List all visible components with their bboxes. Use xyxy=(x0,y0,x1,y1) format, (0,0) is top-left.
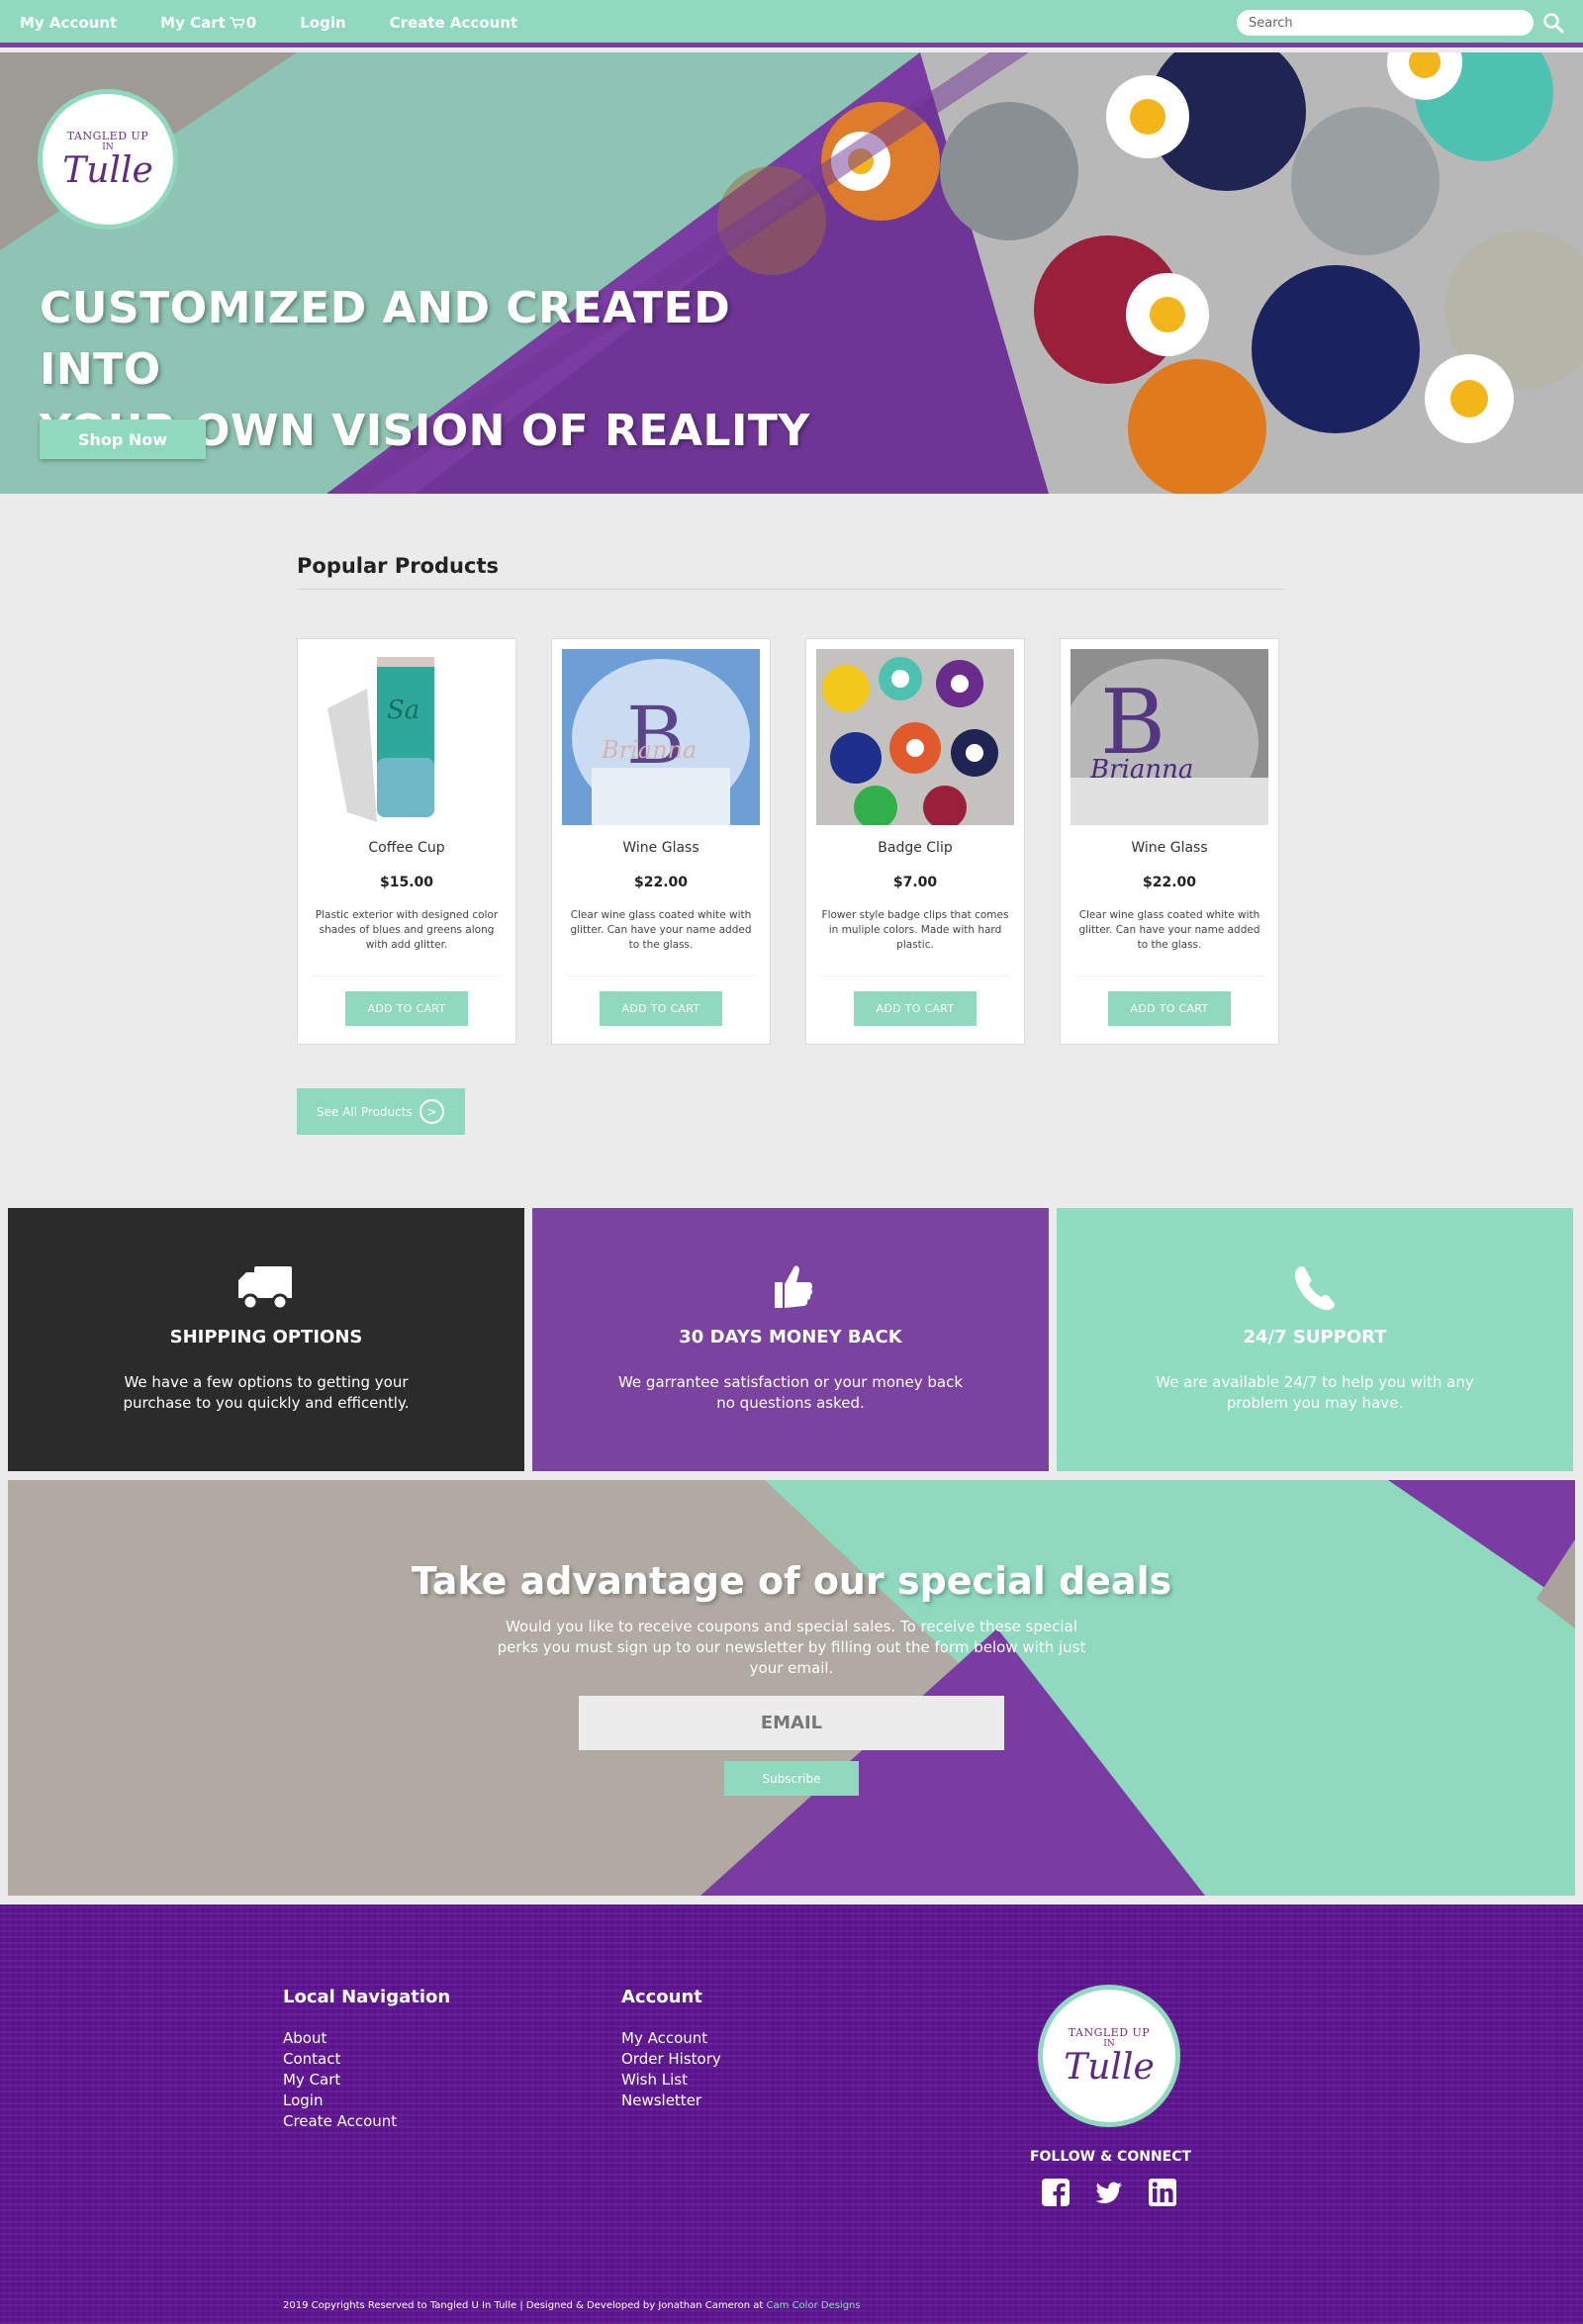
see-all-products-button[interactable]: See All Products > xyxy=(297,1088,465,1135)
product-description: Clear wine glass coated white with glitt… xyxy=(1078,909,1260,951)
popular-products-title: Popular Products xyxy=(297,554,499,578)
site-footer: Local Navigation About Contact My Cart L… xyxy=(0,1905,1583,2324)
product-card[interactable]: Sa Coffee Cup $15.00 Plastic exterior wi… xyxy=(297,638,516,1045)
footer-link-my-cart[interactable]: My Cart xyxy=(283,2070,397,2091)
footer-link-wish-list[interactable]: Wish List xyxy=(621,2070,721,2091)
hero-banner: TANGLED UP IN Tulle CUSTOMIZED AND CREAT… xyxy=(0,52,1583,494)
feature-title: 30 DAYS MONEY BACK xyxy=(679,1327,902,1348)
feature-shipping: SHIPPING OPTIONS We have a few options t… xyxy=(8,1208,524,1471)
svg-text:Sa: Sa xyxy=(387,696,419,725)
product-price: $15.00 xyxy=(379,875,434,890)
product-description: Clear wine glass coated white with glitt… xyxy=(570,909,752,951)
my-cart-link[interactable]: My Cart 0 xyxy=(160,14,256,32)
account-links-list: My Account Order History Wish List Newsl… xyxy=(621,2028,721,2111)
follow-connect-label: FOLLOW & CONNECT xyxy=(1029,2149,1192,2165)
feature-description: We are available 24/7 to help you with a… xyxy=(1156,1373,1474,1412)
search-input[interactable] xyxy=(1237,10,1534,36)
email-field[interactable] xyxy=(579,1696,1004,1750)
product-name[interactable]: Coffee Cup xyxy=(298,840,515,856)
product-name[interactable]: Badge Clip xyxy=(806,840,1024,856)
facebook-icon[interactable] xyxy=(1041,2178,1071,2207)
product-description: Plastic exterior with designed color sha… xyxy=(315,909,499,951)
thumbs-up-icon xyxy=(775,1265,813,1308)
coffee-cup-image: Sa xyxy=(308,649,506,825)
section-divider xyxy=(297,589,1286,590)
product-price: $22.00 xyxy=(1142,875,1197,890)
wine-glass-image: B Brianna xyxy=(1071,649,1268,825)
copyright-text: 2019 Copyrights Reserved to Tangled U In… xyxy=(283,2300,861,2311)
subscribe-button[interactable]: Subscribe xyxy=(724,1761,859,1796)
hero-title-line-1: CUSTOMIZED AND CREATED INTO xyxy=(40,283,731,395)
footer-link-my-account[interactable]: My Account xyxy=(621,2028,721,2049)
feature-description: We have a few options to getting your pu… xyxy=(123,1373,410,1412)
feature-title: 24/7 SUPPORT xyxy=(1243,1327,1387,1348)
login-link[interactable]: Login xyxy=(300,14,345,32)
footer-link-create-account[interactable]: Create Account xyxy=(283,2111,397,2132)
deals-description: Would you like to receive coupons and sp… xyxy=(497,1618,1086,1677)
local-navigation-title: Local Navigation xyxy=(283,1987,451,2007)
product-price: $22.00 xyxy=(633,875,689,890)
product-description: Flower style badge clips that comes in m… xyxy=(821,909,1009,951)
deals-title: Take advantage of our special deals xyxy=(411,1559,1172,1603)
product-card[interactable]: B Brianna Wine Glass $22.00 Clear wine g… xyxy=(551,638,771,1045)
footer-logo[interactable]: TANGLED UP IN Tulle xyxy=(1038,1985,1180,2127)
add-to-cart-button[interactable]: ADD TO CART xyxy=(345,991,468,1026)
site-logo[interactable]: TANGLED UP IN Tulle xyxy=(38,89,178,230)
footer-link-login[interactable]: Login xyxy=(283,2091,397,2111)
feature-support: 24/7 SUPPORT We are available 24/7 to he… xyxy=(1057,1208,1573,1471)
logo-text-top: TANGLED UP xyxy=(1068,2025,1151,2039)
feature-money-back: 30 DAYS MONEY BACK We garrantee satisfac… xyxy=(532,1208,1049,1471)
product-price: $7.00 xyxy=(892,875,938,890)
see-all-label: See All Products xyxy=(317,1104,413,1119)
account-title: Account xyxy=(621,1987,702,2007)
linkedin-icon[interactable] xyxy=(1148,2178,1177,2207)
top-navigation-bar: My Account My Cart 0 Login Create Account xyxy=(0,0,1583,47)
my-account-link[interactable]: My Account xyxy=(20,14,117,32)
local-navigation-list: About Contact My Cart Login Create Accou… xyxy=(283,2028,397,2132)
create-account-link[interactable]: Create Account xyxy=(390,14,518,32)
add-to-cart-button[interactable]: ADD TO CART xyxy=(1108,991,1231,1026)
cart-icon xyxy=(229,17,244,29)
search-icon[interactable] xyxy=(1541,11,1565,35)
shop-now-button[interactable]: Shop Now xyxy=(40,419,206,459)
special-deals-section: Take advantage of our special deals Woul… xyxy=(8,1480,1575,1896)
deals-background-shapes xyxy=(8,1480,1575,1896)
footer-link-about[interactable]: About xyxy=(283,2028,397,2049)
footer-link-order-history[interactable]: Order History xyxy=(621,2049,721,2070)
logo-text-script: Tulle xyxy=(1064,2046,1155,2088)
copyright-label: 2019 Copyrights Reserved to Tangled U In… xyxy=(283,2300,764,2311)
add-to-cart-button[interactable]: ADD TO CART xyxy=(854,991,977,1026)
product-card[interactable]: Badge Clip $7.00 Flower style badge clip… xyxy=(805,638,1025,1045)
product-card[interactable]: B Brianna Wine Glass $22.00 Clear wine g… xyxy=(1060,638,1279,1045)
logo-text-script: Tulle xyxy=(62,149,153,191)
product-name[interactable]: Wine Glass xyxy=(552,840,770,856)
feature-description: We garrantee satisfaction or your money … xyxy=(617,1373,964,1412)
wine-glass-image: B Brianna xyxy=(562,649,760,825)
arrow-right-circle-icon: > xyxy=(419,1099,444,1124)
phone-icon xyxy=(1294,1266,1335,1311)
svg-text:Brianna: Brianna xyxy=(601,736,697,764)
logo-text-top: TANGLED UP xyxy=(66,129,149,142)
badge-clip-image xyxy=(816,649,1014,825)
twitter-icon[interactable] xyxy=(1094,2178,1124,2207)
designer-link[interactable]: Cam Color Designs xyxy=(767,2300,861,2311)
my-cart-label: My Cart xyxy=(160,14,226,32)
add-to-cart-button[interactable]: ADD TO CART xyxy=(600,991,722,1026)
footer-link-newsletter[interactable]: Newsletter xyxy=(621,2091,721,2111)
truck-icon xyxy=(238,1266,292,1311)
svg-text:Brianna: Brianna xyxy=(1089,755,1193,785)
product-name[interactable]: Wine Glass xyxy=(1061,840,1278,856)
feature-title: SHIPPING OPTIONS xyxy=(169,1327,363,1348)
footer-link-contact[interactable]: Contact xyxy=(283,2049,397,2070)
cart-count: 0 xyxy=(245,14,257,32)
